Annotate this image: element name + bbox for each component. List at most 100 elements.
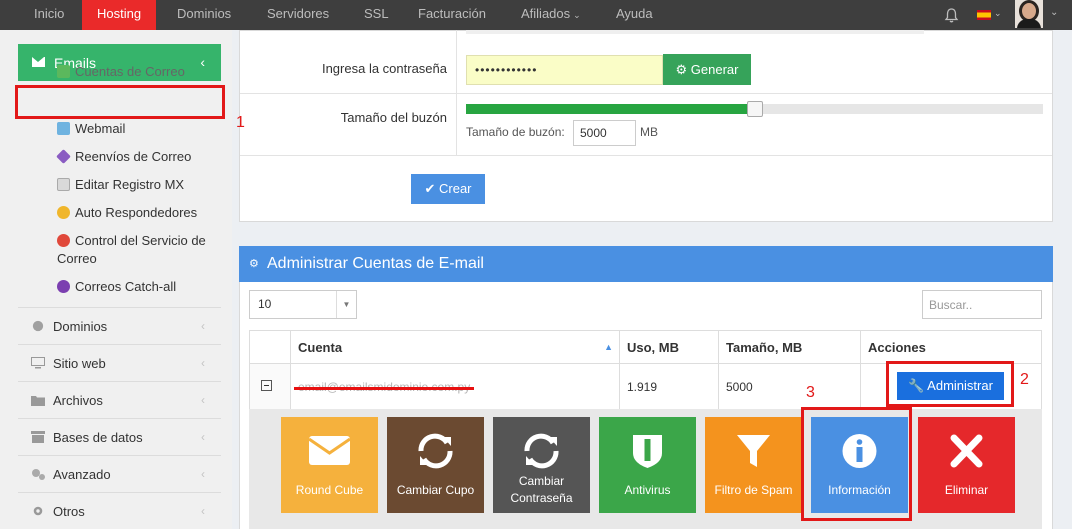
chevron-left-icon: ‹ — [201, 393, 205, 407]
create-label: Crear — [439, 181, 472, 196]
chevron-left-icon: ‹ — [201, 356, 205, 370]
page-size-value: 10 — [258, 297, 272, 311]
usage-cell: 1.919 — [619, 363, 719, 410]
nav-afiliados[interactable]: Afiliados ⌄ — [506, 0, 596, 30]
tile-label: Cambiar Cupo — [396, 482, 475, 497]
column-uso[interactable]: Uso, MB — [619, 330, 719, 364]
nav-ayuda[interactable]: Ayuda — [601, 0, 668, 30]
gear-icon: ⚙ — [675, 62, 688, 77]
tile-label: Antivirus — [624, 482, 671, 497]
account-email: email@emailsmidominio.com.py — [293, 379, 475, 394]
expand-column-header — [249, 330, 291, 364]
tile-round-cube[interactable]: Round Cube — [281, 417, 378, 513]
sidebar-item-label: Dominios — [53, 319, 108, 334]
nav-servidores[interactable]: Servidores — [252, 0, 344, 30]
mailbox-size-label: Tamaño de buzón: — [466, 125, 565, 139]
sidebar-sub-reenvios[interactable]: Reenvíos de Correo — [56, 148, 192, 166]
sidebar-sub-control[interactable]: Control del Servicio de Correo — [57, 232, 222, 268]
sidebar-sub-webmail[interactable]: Webmail — [57, 120, 125, 138]
shield-icon — [633, 435, 662, 468]
top-navigation: Inicio Hosting Dominios Servidores SSL F… — [0, 0, 1072, 36]
sidebar-item-label: Otros — [53, 504, 85, 519]
close-icon — [950, 434, 983, 468]
password-label: Ingresa la contraseña — [321, 61, 447, 76]
column-cuenta[interactable]: Cuenta ▲ — [290, 330, 620, 364]
highlight-box-3 — [801, 407, 912, 521]
expand-cell — [249, 363, 291, 410]
nav-hosting[interactable]: Hosting — [82, 0, 157, 36]
chevron-down-icon: ▼ — [336, 291, 356, 318]
refresh-icon — [418, 433, 453, 469]
tile-antivirus[interactable]: Antivirus — [599, 417, 696, 513]
chevron-left-icon: ‹ — [201, 430, 205, 444]
tile-cambiar-contrasena[interactable]: Cambiar Contraseña — [493, 417, 590, 513]
highlight-box-2 — [886, 361, 1014, 407]
chevron-left-icon: ‹ — [201, 467, 205, 481]
highlight-box-1 — [15, 85, 225, 119]
spain-flag-icon[interactable] — [977, 10, 991, 20]
create-button[interactable]: ✔ Crear — [411, 174, 485, 204]
filter-icon — [737, 435, 770, 467]
mailbox-slider[interactable] — [466, 101, 1043, 117]
sidebar-item-avanzado[interactable]: Avanzado ‹ — [18, 456, 221, 493]
sidebar-sub-label: Reenvíos de Correo — [75, 149, 192, 164]
chevron-left-icon: ‹ — [200, 54, 205, 70]
annotation-1: 1 — [236, 114, 245, 131]
sidebar-sub-autoresponders[interactable]: Auto Respondedores — [57, 204, 197, 222]
divider — [240, 155, 1052, 156]
envelope-icon — [32, 57, 45, 67]
prev-input-edge — [466, 30, 924, 34]
folder-icon — [31, 396, 45, 406]
avatar[interactable] — [1015, 0, 1043, 28]
nav-dominios[interactable]: Dominios — [162, 0, 246, 30]
bell-icon[interactable] — [943, 7, 960, 24]
chevron-down-icon: ⌄ — [573, 10, 581, 20]
mailbox-unit: MB — [640, 125, 658, 139]
sidebar-item-label: Sitio web — [53, 356, 106, 371]
table-header-row: Cuenta ▲ Uso, MB Tamaño, MB Acciones — [249, 330, 1042, 364]
chevron-down-icon[interactable]: ⌄ — [994, 8, 1002, 19]
nav-facturacion[interactable]: Facturación — [403, 0, 501, 30]
sidebar-item-sitio-web[interactable]: Sitio web ‹ — [18, 345, 221, 382]
sidebar-item-label: Bases de datos — [53, 430, 143, 445]
divider — [240, 93, 1052, 94]
collapse-icon[interactable] — [261, 379, 272, 391]
page-size-select[interactable]: 10 ▼ — [249, 290, 357, 319]
column-tamano[interactable]: Tamaño, MB — [718, 330, 861, 364]
sidebar-item-bases-de-datos[interactable]: Bases de datos ‹ — [18, 419, 221, 456]
slider-handle[interactable] — [746, 101, 763, 117]
sidebar-sub-cuentas[interactable]: Cuentas de Correo — [57, 63, 185, 81]
tile-label: Cambiar Contraseña — [510, 474, 573, 505]
sidebar-item-otros[interactable]: Otros ‹ — [18, 493, 221, 529]
chevron-down-icon[interactable]: ⌄ — [1050, 7, 1058, 18]
gears-icon — [32, 469, 45, 480]
nav-inicio[interactable]: Inicio — [19, 0, 79, 30]
mailbox-size-input[interactable]: 5000 — [573, 120, 636, 146]
column-label: Cuenta — [298, 339, 343, 355]
nav-ssl[interactable]: SSL — [349, 0, 404, 30]
sidebar-sub-label: Auto Respondedores — [75, 205, 198, 220]
catch-all-icon — [57, 280, 70, 293]
tile-eliminar[interactable]: Eliminar — [918, 417, 1015, 513]
search-input[interactable]: Buscar.. — [922, 290, 1042, 319]
account-cell: email@emailsmidominio.com.py — [290, 363, 620, 410]
generate-button[interactable]: ⚙ Generar — [663, 54, 751, 85]
refresh-icon — [524, 433, 559, 469]
autoresponder-icon — [57, 206, 70, 219]
tile-label: Round Cube — [295, 482, 364, 497]
tile-filtro-de-spam[interactable]: Filtro de Spam — [705, 417, 802, 513]
sidebar-item-dominios[interactable]: Dominios ‹ — [18, 308, 221, 345]
sidebar-sub-mx[interactable]: Editar Registro MX — [57, 176, 184, 194]
sort-asc-icon: ▲ — [604, 342, 613, 352]
annotation-2: 2 — [1020, 371, 1029, 388]
password-field[interactable]: •••••••••••• — [466, 55, 663, 85]
nav-afiliados-label: Afiliados — [521, 6, 571, 21]
service-control-icon — [57, 234, 70, 247]
generate-label: Generar — [690, 62, 739, 77]
sidebar-item-archivos[interactable]: Archivos ‹ — [18, 382, 221, 419]
slider-fill — [466, 104, 755, 114]
check-icon: ✔ — [424, 181, 436, 196]
mx-record-icon — [57, 178, 70, 191]
tile-cambiar-cupo[interactable]: Cambiar Cupo — [387, 417, 484, 513]
sidebar-sub-catchall[interactable]: Correos Catch-all — [57, 278, 176, 296]
